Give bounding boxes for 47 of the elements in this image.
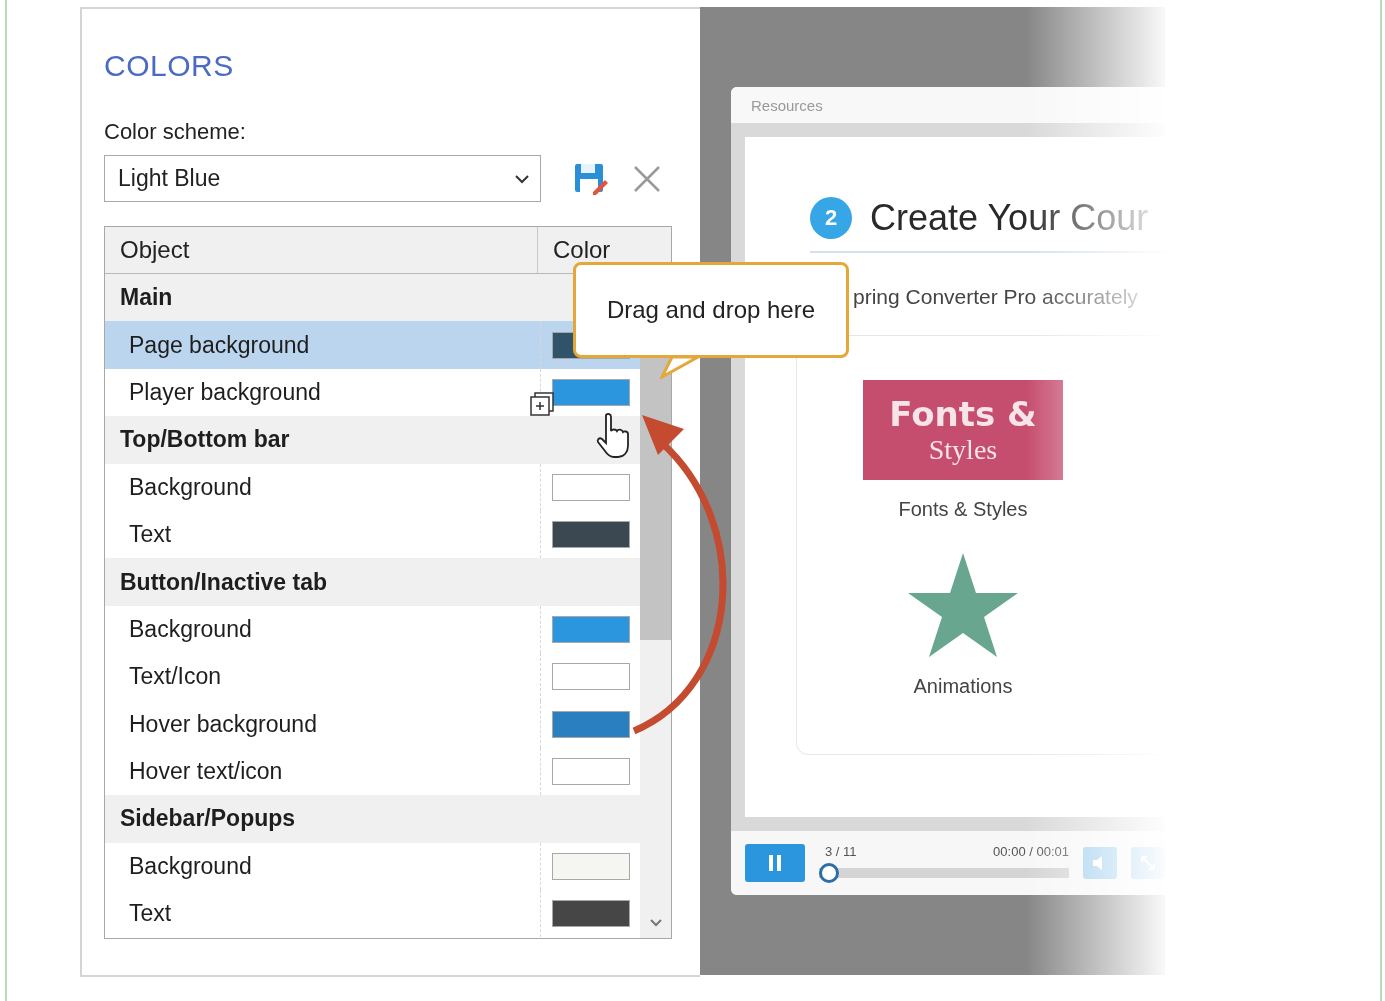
color-swatch[interactable]	[551, 758, 630, 786]
hand-cursor-icon	[596, 413, 629, 458]
column-header: Color	[552, 235, 612, 265]
slide-heading: Create Your Cour	[870, 197, 1149, 239]
column-header: Object	[105, 227, 538, 273]
group-label: Sidebar/Popups	[120, 805, 296, 833]
chevron-down-icon[interactable]	[648, 918, 663, 928]
group-label: Main	[120, 284, 173, 312]
color-swatch[interactable]	[551, 521, 630, 549]
card-label: Fonts & Styles	[898, 498, 1028, 521]
color-swatch[interactable]	[551, 378, 630, 406]
row-label: Hover text/icon	[129, 758, 283, 786]
color-swatch[interactable]	[551, 900, 630, 928]
progress-thumb[interactable]	[819, 862, 839, 883]
copy-icon	[530, 392, 554, 416]
pause-button[interactable]	[745, 844, 805, 882]
scheme-dropdown[interactable]: Light Blue	[104, 155, 541, 202]
row-label: Background	[129, 852, 252, 880]
group-label: Top/Bottom bar	[120, 426, 290, 454]
chevron-down-icon	[514, 173, 530, 184]
pause-icon	[768, 855, 782, 871]
thumbnail-title: Fonts &	[889, 394, 1037, 434]
row-label: Hover background	[129, 710, 317, 738]
slide-counter: 3 / 11	[825, 843, 857, 859]
color-swatch[interactable]	[551, 663, 630, 691]
row-label: Text/Icon	[129, 663, 222, 691]
step-badge: 2	[810, 197, 852, 239]
row-label: Background	[129, 473, 252, 501]
slide-text: pring Converter Pro accurately	[853, 285, 1139, 309]
group-label: Button/Inactive tab	[120, 568, 327, 596]
thumbnail-subtitle: Styles	[928, 434, 998, 466]
drag-hint-tooltip: Drag and drop here	[573, 262, 849, 358]
panel-title: COLORS	[104, 49, 235, 83]
row-label: Background	[129, 615, 252, 643]
row-label: Page background	[129, 331, 310, 359]
row-label: Player background	[129, 378, 321, 406]
row-label: Text	[129, 900, 172, 928]
time-display: 00:00 / 00:01	[993, 843, 1069, 859]
field-label: Color scheme:	[104, 119, 247, 145]
color-swatch[interactable]	[551, 852, 630, 880]
color-swatch[interactable]	[551, 473, 630, 501]
table-row[interactable]: Page background	[105, 321, 640, 369]
star-icon	[908, 553, 1018, 657]
card-label: Animations	[913, 675, 1013, 698]
color-swatch[interactable]	[551, 615, 630, 643]
color-swatch[interactable]	[551, 710, 630, 738]
row-label: Text	[129, 521, 172, 549]
